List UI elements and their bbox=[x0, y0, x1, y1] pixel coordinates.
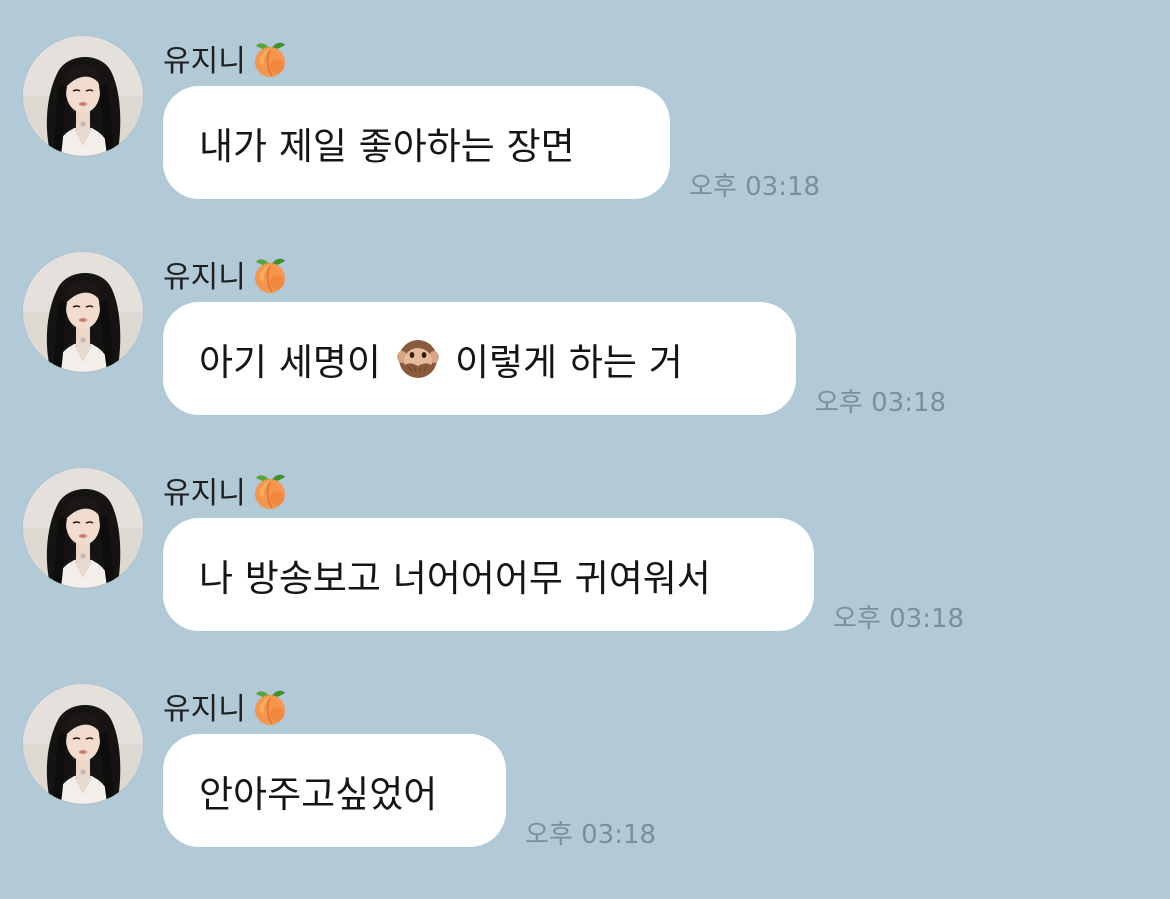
message-text-before: 아기 세명이 bbox=[199, 340, 381, 384]
message-text: 나 방송보고 너어어어무 귀여워서 bbox=[199, 556, 711, 600]
sender-avatar[interactable] bbox=[23, 468, 143, 588]
sender-avatar[interactable] bbox=[23, 252, 143, 372]
message-bubble[interactable]: 내가 제일 좋아하는 장면 bbox=[163, 86, 670, 199]
sender-name-text: 유지니 bbox=[163, 44, 246, 79]
peach-emoji-icon bbox=[254, 42, 286, 78]
chat-message: 유지니 내가 제일 좋아하는 장면 오후 03:18 bbox=[0, 36, 1170, 251]
sender-name-text: 유지니 bbox=[163, 476, 246, 511]
chat-message: 유지니 아기 세명이 이렇게 하는 거 오후 03:18 bbox=[0, 252, 1170, 467]
sender-name-text: 유지니 bbox=[163, 692, 246, 727]
message-text: 안아주고싶었어 bbox=[199, 772, 438, 816]
speak-no-evil-monkey-icon bbox=[396, 339, 440, 378]
sender-name-text: 유지니 bbox=[163, 260, 246, 295]
message-timestamp: 오후 03:18 bbox=[525, 820, 657, 850]
message-bubble[interactable]: 나 방송보고 너어어어무 귀여워서 bbox=[163, 518, 814, 631]
message-text: 내가 제일 좋아하는 장면 bbox=[199, 124, 575, 168]
sender-name: 유지니 bbox=[163, 686, 290, 727]
chat-message: 유지니 안아주고싶었어 오후 03:18 bbox=[0, 684, 1170, 899]
message-text-after: 이렇게 하는 거 bbox=[454, 340, 683, 384]
peach-emoji-icon bbox=[254, 258, 286, 294]
chat-message: 유지니 나 방송보고 너어어어무 귀여워서 오후 03:18 bbox=[0, 468, 1170, 683]
message-timestamp: 오후 03:18 bbox=[689, 172, 821, 202]
sender-avatar[interactable] bbox=[23, 684, 143, 804]
message-timestamp: 오후 03:18 bbox=[833, 604, 965, 634]
sender-name: 유지니 bbox=[163, 254, 290, 295]
message-bubble[interactable]: 아기 세명이 이렇게 하는 거 bbox=[163, 302, 796, 415]
sender-name: 유지니 bbox=[163, 470, 290, 511]
sender-name: 유지니 bbox=[163, 38, 290, 79]
message-timestamp: 오후 03:18 bbox=[815, 388, 947, 418]
peach-emoji-icon bbox=[254, 474, 286, 510]
sender-avatar[interactable] bbox=[23, 36, 143, 156]
peach-emoji-icon bbox=[254, 690, 286, 726]
message-bubble[interactable]: 안아주고싶었어 bbox=[163, 734, 506, 847]
